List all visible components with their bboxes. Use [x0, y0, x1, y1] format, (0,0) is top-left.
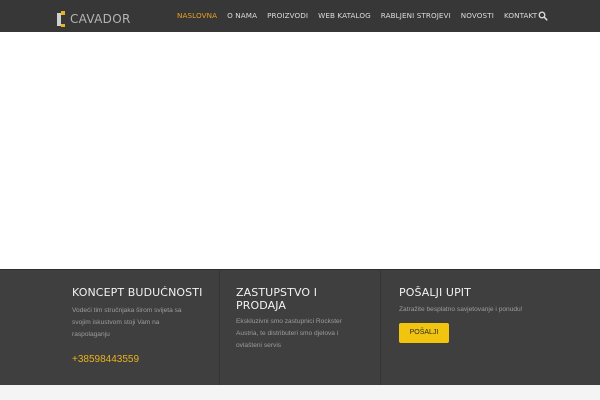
- search-icon[interactable]: [538, 11, 548, 21]
- logo[interactable]: CAVADOR: [57, 11, 131, 28]
- col-title: POŠALJI UPIT: [399, 286, 471, 299]
- col-title: ZASTUPSTVO I PRODAJA: [236, 286, 318, 312]
- column-divider: [219, 270, 220, 386]
- phone-link[interactable]: +38598443559: [72, 354, 139, 365]
- column-divider: [380, 270, 381, 386]
- nav-item-naslovna[interactable]: NASLOVNA: [177, 0, 217, 32]
- nav-item-novosti[interactable]: NOVOSTI: [461, 0, 494, 32]
- footer-col-upit: POŠALJI UPIT Zatražite besplatno savjeto…: [399, 270, 539, 386]
- send-button[interactable]: POŠALJI: [399, 323, 449, 343]
- main-nav: NASLOVNA O NAMA PROIZVODI WEB KATALOG RA…: [177, 0, 547, 32]
- col-title: KONCEPT BUDUĆNOSTI: [72, 286, 203, 299]
- nav-item-web-katalog[interactable]: WEB KATALOG: [318, 0, 371, 32]
- logo-mark-icon: [57, 11, 67, 28]
- col-text: Ekskluzivni smo zastupnici Rockster Aust…: [236, 318, 342, 349]
- footer-info: KONCEPT BUDUĆNOSTI Vodeći tim stručnjaka…: [0, 269, 600, 386]
- nav-item-kontakt[interactable]: KONTAKT: [504, 0, 537, 32]
- nav-item-proizvodi[interactable]: PROIZVODI: [267, 0, 308, 32]
- nav-item-rabljeni-strojevi[interactable]: RABLJENI STROJEVI: [381, 0, 451, 32]
- logo-text: CAVADOR: [70, 12, 131, 26]
- site-header: CAVADOR NASLOVNA O NAMA PROIZVODI WEB KA…: [0, 0, 600, 32]
- bottom-strip: [0, 385, 600, 400]
- col-text: Zatražite besplatno savjetovanje i ponud…: [399, 306, 523, 313]
- hero-area: [0, 32, 600, 269]
- nav-item-o-nama[interactable]: O NAMA: [227, 0, 257, 32]
- col-text: Vodeći tim stručnjaka širom svijeta sa s…: [72, 307, 182, 338]
- footer-col-zastupstvo: ZASTUPSTVO I PRODAJA Ekskluzivni smo zas…: [236, 270, 366, 386]
- footer-col-koncept: KONCEPT BUDUĆNOSTI Vodeći tim stručnjaka…: [72, 270, 212, 386]
